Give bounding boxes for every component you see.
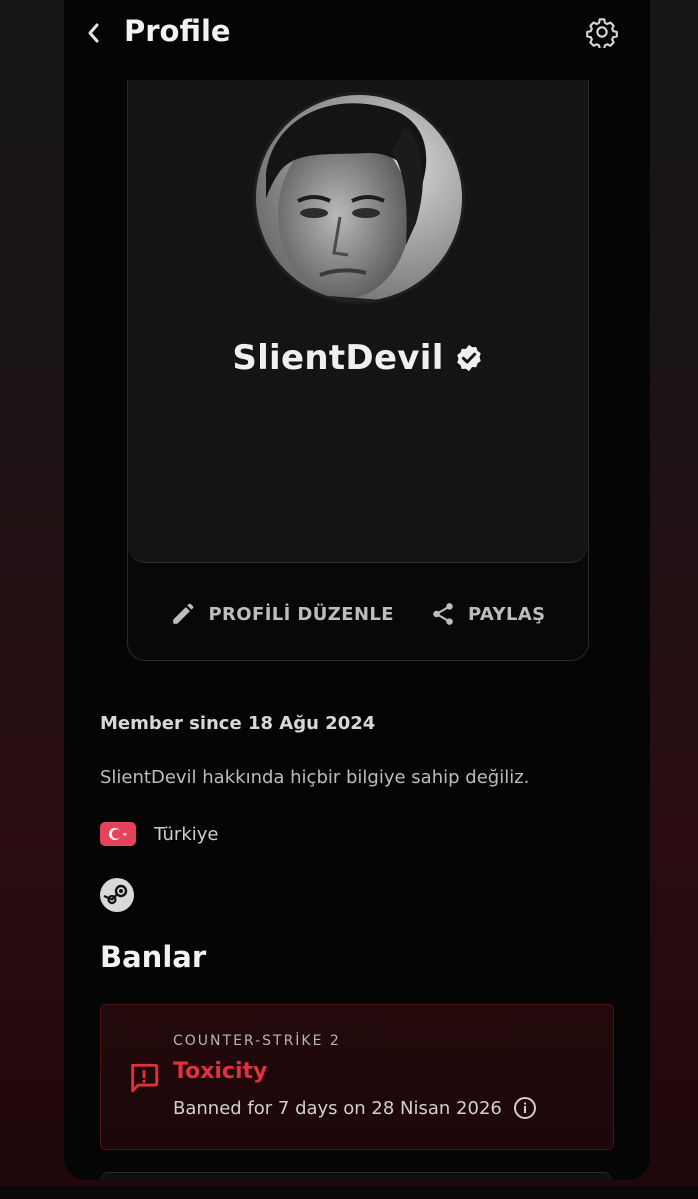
page-title: Profile (124, 14, 231, 48)
country-name: Türkiye (154, 823, 219, 845)
ban-info-button[interactable] (512, 1095, 538, 1121)
steam-icon (103, 881, 131, 909)
profile-card-header: SlientDevil (128, 80, 588, 563)
username-row: SlientDevil (128, 338, 588, 378)
edit-profile-button[interactable]: PROFİLİ DÜZENLE (170, 601, 394, 627)
bottom-strip (0, 1186, 698, 1199)
avatar-image (256, 95, 462, 301)
avatar[interactable] (253, 92, 465, 304)
ban-reason: Toxicity (173, 1059, 268, 1084)
pencil-icon (173, 603, 194, 624)
ban-detail: Banned for 7 days on 28 Nisan 2026 (173, 1097, 502, 1119)
ban-detail-row: Banned for 7 days on 28 Nisan 2026 (173, 1095, 538, 1121)
edit-profile-label: PROFİLİ DÜZENLE (208, 603, 394, 625)
top-bar: Profile (64, 0, 650, 70)
profile-actions: PROFİLİ DÜZENLE PAYLAŞ (128, 590, 588, 638)
bans-section-title: Banlar (100, 940, 207, 974)
verified-badge-icon (456, 344, 481, 372)
steam-link[interactable] (100, 878, 134, 912)
next-ban-card (100, 1172, 612, 1180)
profile-card: SlientDevil PROFİLİ DÜZENLE PAYLAŞ (127, 80, 589, 661)
settings-button[interactable] (584, 14, 620, 50)
username: SlientDevil (232, 338, 444, 378)
ban-item[interactable]: COUNTER-STRİKE 2 Toxicity Banned for 7 d… (100, 1004, 614, 1150)
report-icon (131, 1063, 159, 1093)
profile-screen: Profile SlientDevil PROFİLİ DÜZENLE PAYL… (64, 0, 650, 1180)
share-label: PAYLAŞ (467, 603, 546, 625)
share-icon (433, 603, 453, 625)
back-button[interactable] (80, 18, 106, 48)
country-row: Türkiye (100, 822, 219, 846)
share-button[interactable]: PAYLAŞ (430, 601, 546, 627)
member-since: Member since 18 Ağu 2024 (100, 713, 376, 734)
ban-game: COUNTER-STRİKE 2 (173, 1033, 341, 1049)
info-icon (513, 1097, 536, 1119)
turkey-flag-icon (100, 822, 136, 846)
chevron-left-icon (88, 23, 99, 43)
about-text: SlientDevil hakkında hiçbir bilgiye sahi… (100, 767, 530, 788)
gear-icon (586, 18, 618, 48)
